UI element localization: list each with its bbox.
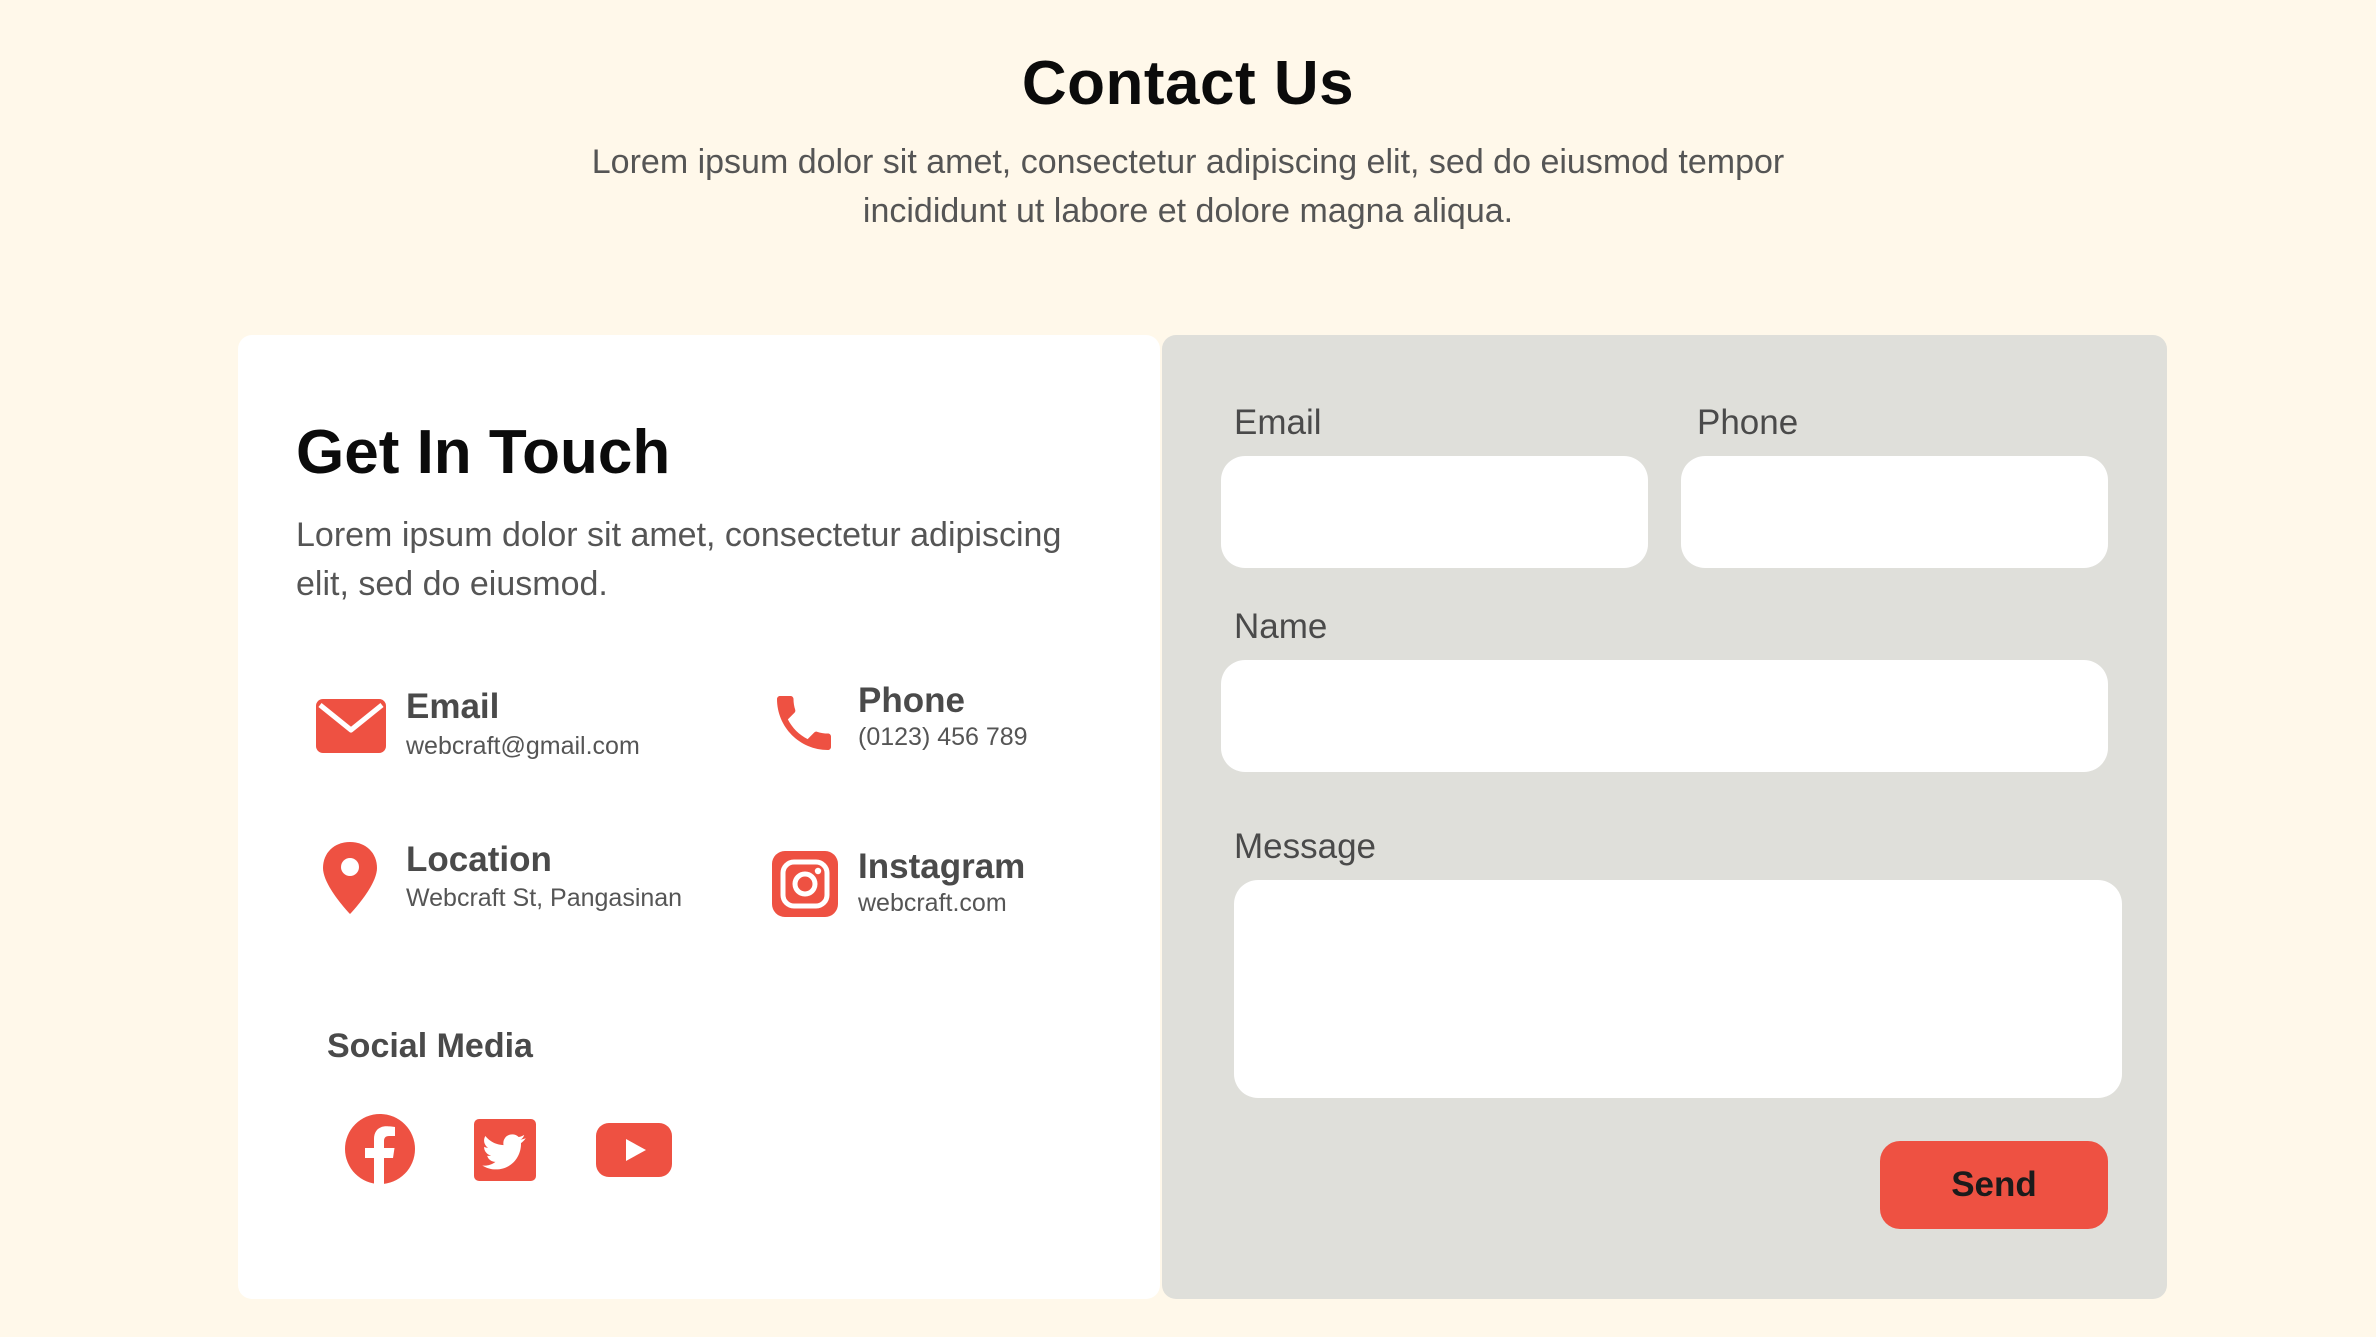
page-title: Contact Us: [1021, 49, 1355, 118]
phone-field[interactable]: [1681, 456, 2108, 568]
send-button[interactable]: Send: [1880, 1141, 2108, 1229]
message-field[interactable]: [1234, 880, 2122, 1098]
facebook-icon: [344, 1114, 416, 1189]
social-media-title: Social Media: [327, 1027, 533, 1065]
contact-item-email[interactable]: Email webcraft@gmail.com: [316, 687, 696, 767]
get-in-touch-card: Get In Touch Lorem ipsum dolor sit amet,…: [238, 335, 1160, 1299]
message-field-label: Message: [1234, 827, 1377, 866]
twitter-icon: [474, 1119, 536, 1185]
name-field[interactable]: [1221, 660, 2108, 772]
contact-phone-value: (0123) 456 789: [858, 723, 1028, 751]
contact-location-label: Location: [406, 840, 552, 879]
youtube-link[interactable]: [596, 1123, 672, 1182]
get-in-touch-title: Get In Touch: [296, 418, 671, 487]
phone-field-label: Phone: [1697, 403, 1799, 442]
get-in-touch-description: Lorem ipsum dolor sit amet, consectetur …: [296, 516, 1062, 603]
location-pin-icon: [320, 840, 380, 921]
email-field-label: Email: [1234, 403, 1322, 442]
contact-email-value: webcraft@gmail.com: [406, 732, 640, 760]
contact-phone-label: Phone: [858, 681, 965, 720]
contact-item-location[interactable]: Location Webcraft St, Pangasinan: [316, 840, 716, 920]
contact-form: Email Phone Name Message Send: [1162, 335, 2167, 1299]
twitter-link[interactable]: [474, 1119, 536, 1186]
youtube-icon: [596, 1123, 672, 1181]
facebook-link[interactable]: [344, 1113, 416, 1190]
page-subtitle: Lorem ipsum dolor sit amet, consectetur …: [591, 143, 1785, 230]
contact-instagram-label: Instagram: [858, 847, 1026, 886]
contact-instagram-value: webcraft.com: [858, 889, 1007, 917]
instagram-icon: [772, 851, 838, 922]
contact-item-instagram[interactable]: Instagram webcraft.com: [768, 847, 1098, 927]
envelope-icon: [316, 699, 386, 758]
contact-location-value: Webcraft St, Pangasinan: [406, 884, 683, 912]
phone-icon: [768, 687, 840, 764]
email-field[interactable]: [1221, 456, 1648, 568]
name-field-label: Name: [1234, 607, 1328, 646]
contact-item-phone[interactable]: Phone (0123) 456 789: [768, 681, 1098, 761]
contact-email-label: Email: [406, 687, 500, 726]
